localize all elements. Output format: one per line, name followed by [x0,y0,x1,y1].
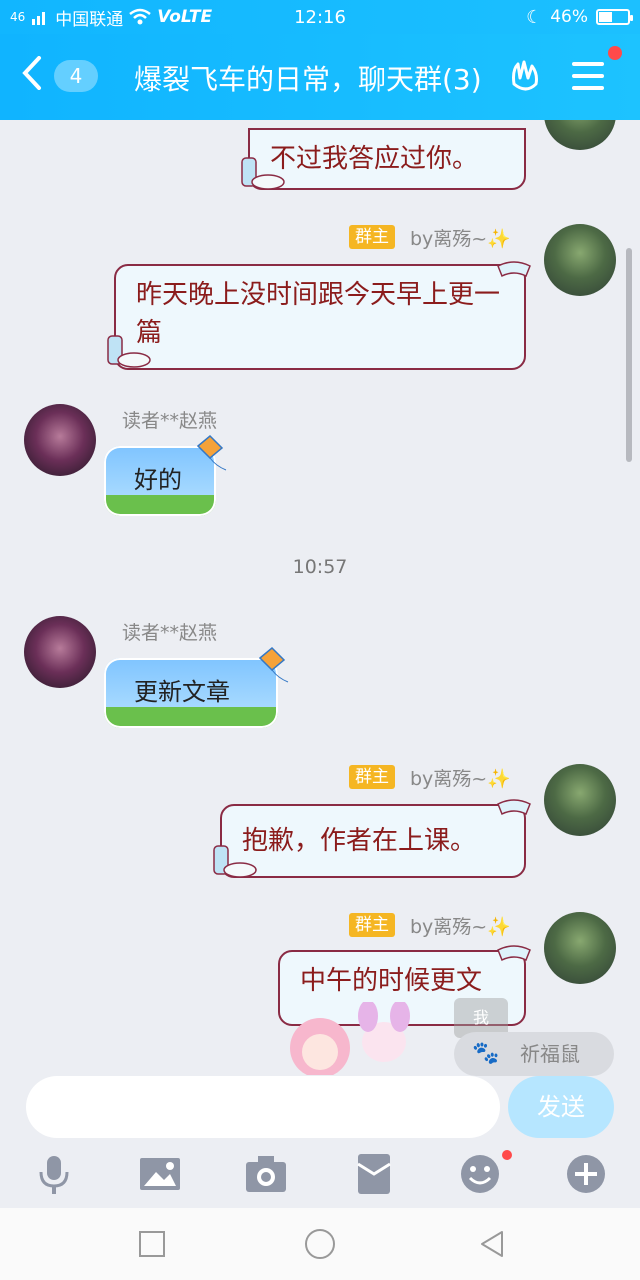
image-icon[interactable] [136,1150,184,1198]
status-bar: 46 中国联通 VoLTE 12:16 ☾ 46% [0,0,640,34]
moon-icon: ☾ [526,6,543,28]
group-owner-badge: 群主 [349,913,395,937]
cup-sticker-icon [210,836,258,880]
message-list[interactable]: 不过我答应过你。 群主 by离殇~✨ 昨天晚上没时间跟今天早上更一篇 读者**赵… [0,120,640,1075]
reader-avatar[interactable] [24,404,96,476]
sender-name[interactable]: 读者**赵燕 [122,406,217,433]
group-owner-badge: 群主 [349,765,395,789]
carrier-name: 中国联通 [55,9,124,30]
goggles-sticker-icon [496,258,532,280]
wifi-icon [129,8,152,25]
group-owner-badge: 群主 [349,225,395,249]
recent-apps-icon[interactable] [136,1228,168,1260]
red-packet-icon[interactable] [350,1150,398,1198]
owner-avatar[interactable] [544,120,616,150]
emoji-notification-dot [502,1150,512,1160]
message-bubble[interactable]: 昨天晚上没时间跟今天早上更一篇 [114,264,526,370]
sender-name[interactable]: 读者**赵燕 [122,618,217,645]
owner-avatar[interactable] [544,224,616,296]
goggles-sticker-icon [496,942,532,964]
goggles-sticker-icon [496,796,532,818]
menu-icon[interactable] [572,60,608,92]
paw-icon: 🐾 [472,1041,500,1066]
unread-badge[interactable]: 4 [54,60,98,92]
emoji-icon[interactable] [456,1150,504,1198]
battery-percent: 46% [550,7,588,27]
page-title: 爆裂飞车的日常，聊天群(3) [134,63,482,96]
send-button[interactable]: 发送 [508,1076,614,1138]
time-divider: 10:57 [292,556,348,578]
reader-avatar[interactable] [24,616,96,688]
back-nav-icon[interactable] [476,1228,508,1260]
input-bar: 发送 [0,1072,640,1142]
system-nav-bar [0,1208,640,1280]
microphone-icon[interactable] [30,1150,78,1198]
sender-name[interactable]: by离殇~✨ [410,224,511,251]
pet-character-icon[interactable] [284,1000,424,1075]
signal-icon: 46 [10,10,26,24]
pet-name-pill[interactable]: 🐾 祈福鼠 [454,1032,614,1076]
rock-hand-icon[interactable] [506,56,546,96]
home-icon[interactable] [304,1228,336,1260]
message-input[interactable] [26,1076,500,1138]
scrollbar[interactable] [626,248,632,462]
signal-bars-icon [32,12,46,25]
pet-name-text: 祈福鼠 [520,1042,580,1066]
chat-header: 4 爆裂飞车的日常，聊天群(3) [0,34,640,120]
message-bubble[interactable]: 不过我答应过你。 [248,128,526,190]
cup-sticker-icon [104,326,152,370]
owner-avatar[interactable] [544,912,616,984]
input-toolbar [0,1142,640,1206]
battery-icon [596,9,633,25]
plus-icon[interactable] [562,1150,610,1198]
cup-sticker-icon [238,148,286,192]
network-type: VoLTE [157,7,213,27]
kite-sticker-icon [256,646,292,686]
sender-name[interactable]: by离殇~✨ [410,764,511,791]
sender-name[interactable]: by离殇~✨ [410,912,511,939]
notification-dot [608,46,622,60]
kite-sticker-icon [194,434,230,474]
owner-avatar[interactable] [544,764,616,836]
message-bubble[interactable]: 更新文章 [104,658,278,728]
camera-icon[interactable] [242,1150,290,1198]
message-bubble[interactable]: 抱歉，作者在上课。 [220,804,526,878]
